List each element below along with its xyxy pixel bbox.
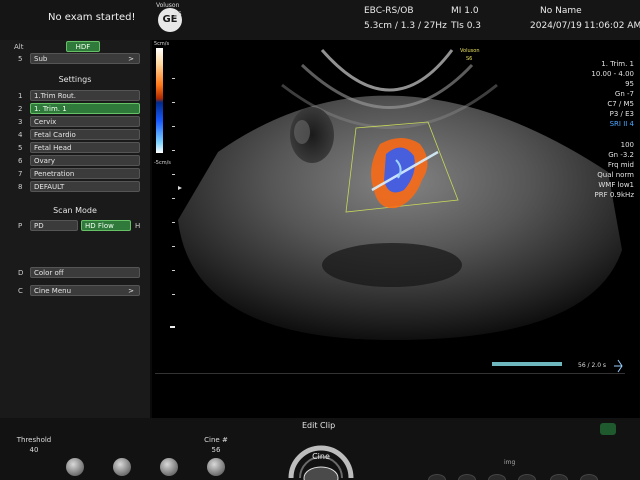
c-key: C bbox=[18, 287, 23, 295]
param-line: 10.00 - 4.00 bbox=[591, 70, 634, 78]
softkey[interactable] bbox=[428, 474, 446, 480]
img-label: img bbox=[504, 459, 516, 466]
image-brand-label: Voluson bbox=[460, 48, 479, 54]
param-line-highlight: SRI II 4 bbox=[609, 120, 634, 128]
softkey[interactable] bbox=[550, 474, 568, 480]
ultrasound-image: 5cm/s -5cm/s Voluson S6 56 / 2.0 s bbox=[154, 41, 623, 421]
depth-ruler bbox=[170, 78, 175, 328]
param-line: 100 bbox=[620, 141, 634, 149]
param-line: Frq mid bbox=[607, 161, 634, 169]
settings-title: Settings bbox=[58, 75, 92, 84]
date: 2024/07/19 bbox=[530, 21, 582, 31]
cine-button[interactable]: Cine bbox=[309, 452, 333, 461]
param-line: C7 / M5 bbox=[607, 100, 634, 108]
settings-num: 6 bbox=[18, 157, 23, 165]
threshold-knob[interactable] bbox=[66, 458, 84, 476]
settings-num: 2 bbox=[18, 105, 23, 113]
settings-num: 8 bbox=[18, 183, 23, 191]
cine-number-value: 56 bbox=[211, 446, 221, 454]
color-off-button[interactable]: Color off bbox=[30, 267, 140, 278]
settings-item[interactable]: 1.Trim Rout. bbox=[30, 90, 140, 101]
chevron-right-icon: > bbox=[128, 55, 134, 63]
softkey[interactable] bbox=[488, 474, 506, 480]
softkey[interactable] bbox=[518, 474, 536, 480]
ultrasound-screen: No exam started! Voluson GE S6 EBC-RS/OB… bbox=[0, 0, 640, 480]
param-line: Gn -7 bbox=[614, 90, 634, 98]
patient-name: No Name bbox=[540, 6, 582, 16]
settings-item[interactable]: Fetal Cardio bbox=[30, 129, 140, 140]
cine-menu-label: Cine Menu bbox=[34, 287, 72, 295]
left-control-panel: Alt HDF 5 Sub > Settings 1 1.Trim Rout. … bbox=[0, 40, 150, 418]
color-scale-bar bbox=[156, 48, 163, 153]
color-scale-bottom-label: -5cm/s bbox=[154, 160, 171, 166]
depth-info: 5.3cm / 1.3 / 27Hz bbox=[364, 21, 447, 31]
knob[interactable] bbox=[160, 458, 178, 476]
param-line: Qual norm bbox=[597, 171, 634, 179]
softkey[interactable] bbox=[580, 474, 598, 480]
param-line: Gn -3.2 bbox=[608, 151, 634, 159]
edit-clip-label: Edit Clip bbox=[302, 421, 336, 430]
settings-item[interactable]: Ovary bbox=[30, 155, 140, 166]
settings-item-selected[interactable]: 1. Trim. 1 bbox=[30, 103, 140, 114]
hdf-button[interactable]: HDF bbox=[66, 41, 100, 52]
param-line: P3 / E3 bbox=[609, 110, 634, 118]
image-probe-label: S6 bbox=[466, 56, 472, 62]
param-line: 1. Trim. 1 bbox=[601, 60, 634, 68]
sub-key: 5 bbox=[18, 55, 23, 63]
settings-item[interactable]: Penetration bbox=[30, 168, 140, 179]
softkey[interactable] bbox=[458, 474, 476, 480]
settings-item[interactable]: DEFAULT bbox=[30, 181, 140, 192]
time: 11:06:02 AM bbox=[584, 21, 640, 31]
settings-item[interactable]: Fetal Head bbox=[30, 142, 140, 153]
settings-num: 1 bbox=[18, 92, 23, 100]
cine-number-label: Cine # bbox=[204, 436, 228, 444]
settings-num: 5 bbox=[18, 144, 23, 152]
threshold-value: 40 bbox=[29, 446, 39, 454]
h-key: H bbox=[135, 222, 141, 230]
probe-label: S6 bbox=[174, 11, 182, 18]
mi-readout: MI 1.0 bbox=[451, 6, 479, 16]
tis-readout: TIs 0.3 bbox=[451, 21, 482, 31]
param-line: WMF low1 bbox=[598, 181, 634, 189]
d-key: D bbox=[18, 269, 24, 277]
cine-menu-button[interactable]: Cine Menu > bbox=[30, 285, 140, 296]
settings-num: 7 bbox=[18, 170, 23, 178]
settings-num: 4 bbox=[18, 131, 23, 139]
alt-label: Alt bbox=[14, 43, 24, 51]
settings-item[interactable]: Cervix bbox=[30, 116, 140, 127]
cine-knob[interactable] bbox=[207, 458, 225, 476]
preset-label: EBC-RS/OB bbox=[364, 6, 414, 16]
exam-status: No exam started! bbox=[48, 12, 136, 23]
top-bar: No exam started! Voluson GE S6 EBC-RS/OB… bbox=[0, 0, 640, 40]
param-line: PRF 0.9kHz bbox=[594, 191, 634, 199]
color-scale-top-label: 5cm/s bbox=[154, 41, 169, 47]
recording-icon bbox=[600, 423, 616, 435]
arrow-icon bbox=[614, 359, 623, 373]
hd-flow-button[interactable]: HD Flow bbox=[81, 220, 131, 231]
chevron-right-icon: > bbox=[128, 287, 134, 295]
knob[interactable] bbox=[113, 458, 131, 476]
cine-strip bbox=[155, 373, 625, 416]
sub-button[interactable]: Sub > bbox=[30, 53, 140, 64]
scan-mode-title: Scan Mode bbox=[53, 206, 97, 215]
sub-button-label: Sub bbox=[34, 55, 48, 63]
param-line: 95 bbox=[625, 80, 634, 88]
pd-button[interactable]: PD bbox=[30, 220, 78, 231]
p-key: P bbox=[18, 222, 23, 230]
cine-frame-readout: 56 / 2.0 s bbox=[578, 362, 606, 369]
ultrasound-image-area[interactable]: 5cm/s -5cm/s Voluson S6 56 / 2.0 s 1. Tr… bbox=[152, 40, 640, 421]
threshold-label: Threshold bbox=[16, 436, 52, 444]
settings-num: 3 bbox=[18, 118, 23, 126]
cine-progress-bar bbox=[492, 362, 562, 366]
